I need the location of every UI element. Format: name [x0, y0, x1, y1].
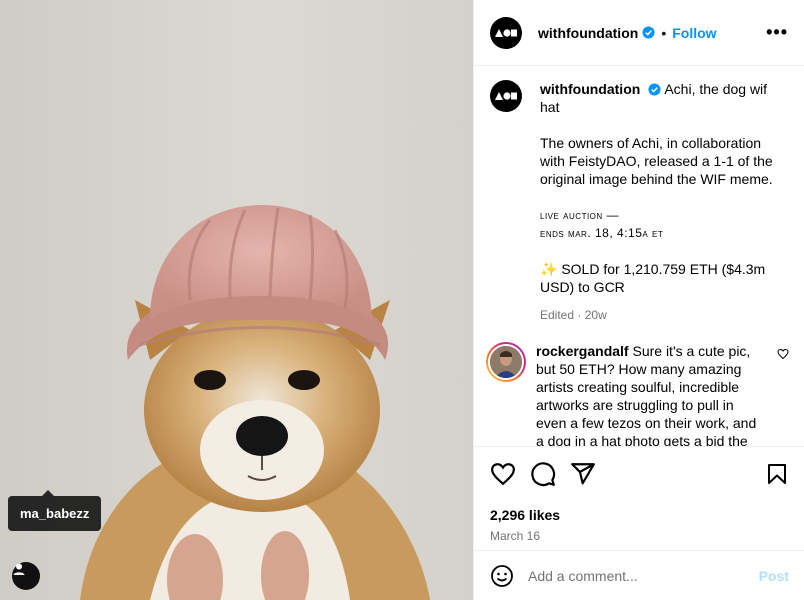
caption-avatar[interactable]	[490, 80, 522, 112]
foundation-logo-icon	[495, 28, 517, 37]
emoji-icon[interactable]	[490, 564, 514, 588]
save-bookmark-icon	[768, 464, 786, 484]
like-heart-icon	[491, 463, 515, 486]
comment-body: rockergandalf Sure it's a cute pic, but …	[536, 342, 766, 446]
post-actions: 2,296 likes March 16	[474, 446, 804, 543]
save-button[interactable]	[765, 461, 789, 487]
caption-username[interactable]: withfoundation	[540, 81, 640, 97]
action-icons	[490, 459, 789, 489]
comments-section[interactable]: withfoundation Achi, the dog wif hat The…	[474, 66, 804, 446]
comment-icon	[531, 462, 556, 487]
post-detail-panel: withfoundation • Follow ••• withfoundati…	[473, 0, 804, 600]
auction-status: live auction — ends mar. 18, 4:15a et	[540, 206, 784, 242]
foundation-logo-icon	[495, 92, 517, 100]
auction-line-1: live auction —	[540, 208, 620, 222]
sold-text: ✨ SOLD for 1,210.759 ETH ($4.3m USD) to …	[540, 261, 766, 295]
share-button[interactable]	[570, 461, 596, 487]
add-comment-bar: Post	[474, 550, 804, 600]
more-options-icon[interactable]: •••	[766, 22, 788, 43]
share-icon	[571, 463, 595, 485]
edited-label: Edited	[540, 308, 575, 322]
comment-button[interactable]	[530, 461, 556, 487]
commenter-avatar[interactable]	[486, 342, 526, 382]
caption-age[interactable]: 20w	[585, 308, 607, 322]
like-button[interactable]	[490, 461, 516, 487]
header-separator: •	[661, 24, 667, 41]
post-date[interactable]: March 16	[490, 529, 789, 543]
comment-like-heart-icon[interactable]	[777, 348, 789, 360]
header-username[interactable]: withfoundation	[538, 25, 638, 41]
comment-item: rockergandalf Sure it's a cute pic, but …	[486, 342, 789, 446]
follow-button[interactable]: Follow	[672, 25, 716, 41]
caption-text: The owners of Achi, in collaboration wit…	[540, 135, 773, 187]
post-header: withfoundation • Follow •••	[474, 0, 804, 66]
verified-badge-icon	[642, 26, 655, 39]
auction-line-2: ends mar. 18, 4:15a et	[540, 226, 664, 240]
account-avatar[interactable]	[490, 16, 522, 49]
verified-badge-icon	[648, 83, 661, 96]
caption: withfoundation Achi, the dog wif hat The…	[490, 80, 789, 324]
caption-body: withfoundation Achi, the dog wif hat The…	[540, 80, 784, 324]
commenter-username[interactable]: rockergandalf	[536, 343, 629, 359]
user-tag-button[interactable]	[12, 562, 40, 590]
commenter-avatar-photo	[488, 344, 524, 380]
commenter-photo	[490, 346, 522, 378]
post-comment-button[interactable]: Post	[759, 568, 789, 584]
caption-meta: Edited · 20w	[540, 306, 784, 324]
likes-count[interactable]: 2,296 likes	[490, 507, 789, 523]
meta-separator: ·	[577, 308, 582, 322]
post-image[interactable]: ma_babezz	[0, 0, 473, 600]
comment-input[interactable]	[528, 567, 759, 584]
tagged-user-tooltip[interactable]: ma_babezz	[8, 490, 102, 531]
user-tag-icon	[13, 563, 25, 575]
